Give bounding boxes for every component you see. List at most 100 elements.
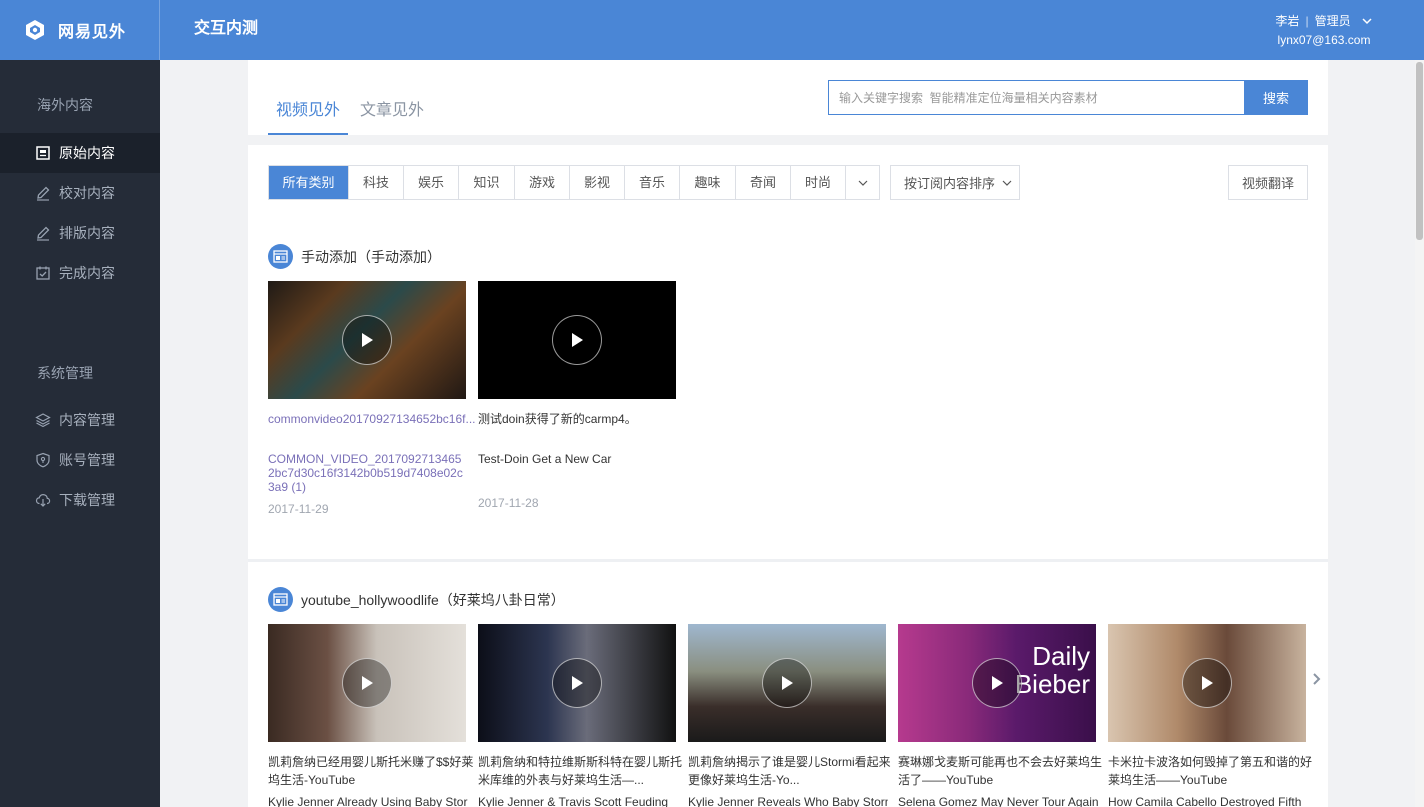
overlay-line: Bieber xyxy=(1014,669,1090,699)
video-subtitle: COMMON_VIDEO_20170927134652bc7d30c16f314… xyxy=(268,452,463,494)
category-all[interactable]: 所有类别 xyxy=(269,166,348,199)
play-icon[interactable] xyxy=(972,658,1022,708)
sidebar-item-account-management[interactable]: 账号管理 xyxy=(0,440,160,480)
main-panel: 所有类别 科技 娱乐 知识 游戏 影视 音乐 趣味 奇闻 时尚 按订阅内容排序 … xyxy=(248,145,1328,807)
page-title: 交互内测 xyxy=(194,20,259,37)
video-subtitle: How Camila Cabello Destroyed Fifth xyxy=(1108,795,1302,807)
play-icon[interactable] xyxy=(342,658,392,708)
search-input[interactable] xyxy=(828,80,1244,115)
video-subtitle: Kylie Jenner Reveals Who Baby Stormi xyxy=(688,795,888,807)
video-title[interactable]: 凯莉詹纳揭示了谁是婴儿Stormi看起来更像好莱坞生活-Yo... xyxy=(688,753,898,789)
section-title: 手动添加（手动添加） xyxy=(301,248,441,265)
video-translate-button[interactable]: 视频翻译 xyxy=(1228,165,1308,200)
overlay-line: Daily xyxy=(1032,641,1090,671)
category-games[interactable]: 游戏 xyxy=(514,166,569,199)
play-icon[interactable] xyxy=(342,315,392,365)
sidebar-item-finished-content[interactable]: 完成内容 xyxy=(0,253,160,293)
play-icon[interactable] xyxy=(762,658,812,708)
category-filter: 所有类别 科技 娱乐 知识 游戏 影视 音乐 趣味 奇闻 时尚 xyxy=(268,165,880,200)
chevron-right-icon[interactable] xyxy=(1310,669,1324,689)
video-subtitle: Test-Doin Get a New Car xyxy=(478,452,612,466)
sidebar-section-system: 系统管理 xyxy=(37,365,93,381)
channel-icon xyxy=(268,587,293,612)
category-more-button[interactable] xyxy=(845,166,879,199)
pencil-icon xyxy=(37,226,50,241)
chevron-down-icon xyxy=(1002,180,1012,186)
category-knowledge[interactable]: 知识 xyxy=(458,166,514,199)
layers-icon xyxy=(35,413,51,428)
category-music[interactable]: 音乐 xyxy=(624,166,679,199)
search-button[interactable]: 搜索 xyxy=(1244,80,1308,115)
category-oddities[interactable]: 奇闻 xyxy=(735,166,790,199)
sidebar-item-download-management[interactable]: 下载管理 xyxy=(0,480,160,520)
section-divider xyxy=(248,559,1328,562)
user-menu[interactable]: 李岩 | 管理员 lynx07@163.com xyxy=(1254,13,1394,48)
video-card[interactable]: 凯莉詹纳揭示了谁是婴儿Stormi看起来更像好莱坞生活-Yo... Kylie … xyxy=(688,624,891,807)
user-divider: | xyxy=(1305,14,1309,28)
channel-icon xyxy=(268,244,293,269)
play-icon[interactable] xyxy=(552,658,602,708)
brand[interactable]: 网易见外 xyxy=(0,0,160,60)
tab-video[interactable]: 视频见外 xyxy=(268,96,348,135)
sidebar-item-raw-content[interactable]: 原始内容 xyxy=(0,133,160,173)
video-thumbnail[interactable] xyxy=(478,624,676,742)
brand-logo-icon xyxy=(26,20,44,40)
video-title[interactable]: 赛琳娜戈麦斯可能再也不会去好莱坞生活了——YouTube xyxy=(898,753,1108,789)
sidebar-item-label: 原始内容 xyxy=(59,145,115,161)
video-card[interactable]: 测试doin获得了新的carmp4。 Test-Doin Get a New C… xyxy=(478,281,676,510)
video-card[interactable]: Daily Bieber 赛琳娜戈麦斯可能再也不会去好莱坞生活了——YouTub… xyxy=(898,624,1102,807)
video-title[interactable]: 凯莉詹纳和特拉维斯斯科特在婴儿斯托米库维的外表与好莱坞生活—... xyxy=(478,753,688,789)
video-card[interactable]: 凯莉詹纳已经用婴儿斯托米赚了$$好莱坞生活-YouTube Kylie Jenn… xyxy=(268,624,473,807)
sidebar-item-label: 下载管理 xyxy=(59,492,115,508)
sort-dropdown[interactable]: 按订阅内容排序 xyxy=(890,165,1020,200)
document-icon xyxy=(36,146,50,160)
video-card[interactable]: commonvideo20170927134652bc16f... COMMON… xyxy=(268,281,476,516)
thumbnail-overlay-text: Daily Bieber xyxy=(1015,642,1090,698)
calendar-check-icon xyxy=(36,266,50,280)
video-subtitle: Selena Gomez May Never Tour Again xyxy=(898,795,1098,807)
category-film[interactable]: 影视 xyxy=(569,166,624,199)
section-header: 手动添加（手动添加） xyxy=(268,244,441,269)
pencil-icon xyxy=(37,186,50,201)
category-fun[interactable]: 趣味 xyxy=(679,166,735,199)
category-entertainment[interactable]: 娱乐 xyxy=(403,166,458,199)
video-card[interactable]: 凯莉詹纳和特拉维斯斯科特在婴儿斯托米库维的外表与好莱坞生活—... Kylie … xyxy=(478,624,682,807)
sidebar-item-proofread-content[interactable]: 校对内容 xyxy=(0,173,160,213)
cloud-download-icon xyxy=(35,493,51,507)
section-title: youtube_hollywoodlife（好莱坞八卦日常） xyxy=(301,591,565,608)
video-thumbnail[interactable]: Daily Bieber xyxy=(898,624,1096,742)
scrollbar[interactable] xyxy=(1415,60,1424,807)
tab-article[interactable]: 文章见外 xyxy=(360,96,424,135)
play-icon[interactable] xyxy=(552,315,602,365)
video-subtitle: Kylie Jenner & Travis Scott Feuding xyxy=(478,795,669,807)
video-thumbnail[interactable] xyxy=(268,624,466,742)
play-icon[interactable] xyxy=(1182,658,1232,708)
sidebar-item-label: 账号管理 xyxy=(59,452,115,468)
sidebar-item-layout-content[interactable]: 排版内容 xyxy=(0,213,160,253)
video-title[interactable]: 卡米拉卡波洛如何毁掉了第五和谐的好莱坞生活——YouTube xyxy=(1108,753,1318,789)
user-name: 李岩 xyxy=(1275,14,1300,28)
video-date: 2017-11-29 xyxy=(268,502,329,516)
sidebar: 海外内容 原始内容 校对内容 排版内容 完成内容 系统管理 内容管理 账号管理 … xyxy=(0,60,160,807)
user-email: lynx07@163.com xyxy=(1277,33,1371,47)
sidebar-item-content-management[interactable]: 内容管理 xyxy=(0,400,160,440)
video-card[interactable]: 卡米拉卡波洛如何毁掉了第五和谐的好莱坞生活——YouTube How Camil… xyxy=(1108,624,1312,807)
video-thumbnail[interactable] xyxy=(268,281,466,399)
category-fashion[interactable]: 时尚 xyxy=(790,166,845,199)
chevron-down-icon[interactable] xyxy=(1361,15,1373,27)
video-subtitle: Kylie Jenner Already Using Baby Stormi xyxy=(268,795,468,807)
top-bar: 网易见外 交互内测 李岩 | 管理员 lynx07@163.com xyxy=(0,0,1424,60)
video-title[interactable]: 凯莉詹纳已经用婴儿斯托米赚了$$好莱坞生活-YouTube xyxy=(268,753,478,789)
user-role: 管理员 xyxy=(1314,14,1351,28)
sidebar-item-label: 内容管理 xyxy=(59,412,115,428)
video-thumbnail[interactable] xyxy=(688,624,886,742)
category-tech[interactable]: 科技 xyxy=(348,166,403,199)
video-title[interactable]: commonvideo20170927134652bc16f... xyxy=(268,410,478,428)
sidebar-section-overseas: 海外内容 xyxy=(37,97,93,113)
video-thumbnail[interactable] xyxy=(1108,624,1306,742)
tabs-panel: 视频见外 文章见外 搜索 xyxy=(248,60,1328,135)
brand-name: 网易见外 xyxy=(58,24,127,41)
video-title[interactable]: 测试doin获得了新的carmp4。 xyxy=(478,410,688,428)
video-thumbnail[interactable] xyxy=(478,281,676,399)
scrollbar-thumb[interactable] xyxy=(1416,62,1423,240)
